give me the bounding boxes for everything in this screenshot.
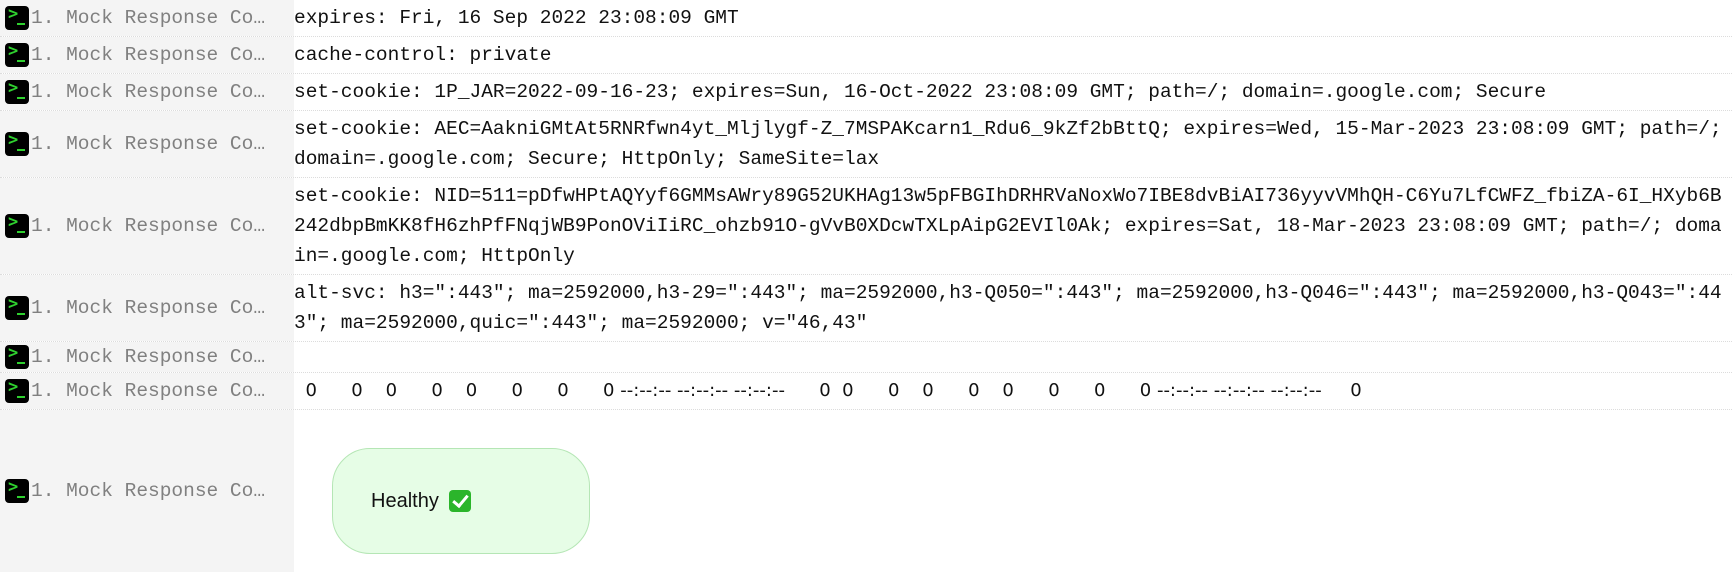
log-row: 1. Mock Response Co… 0 0 0 0 0 0 0 0 --:… bbox=[0, 373, 1732, 410]
terminal-icon bbox=[5, 294, 29, 320]
terminal-icon bbox=[5, 4, 29, 30]
log-row: 1. Mock Response Co… set-cookie: AEC=Aak… bbox=[0, 111, 1732, 178]
log-source-label: 1. Mock Response Co… bbox=[31, 480, 266, 502]
terminal-icon bbox=[5, 41, 29, 67]
log-source-label: 1. Mock Response Co… bbox=[31, 133, 266, 155]
log-row: 1. Mock Response Co… expires: Fri, 16 Se… bbox=[0, 0, 1732, 37]
log-source-label: 1. Mock Response Co… bbox=[31, 215, 266, 237]
log-row: 1. Mock Response Co… bbox=[0, 342, 1732, 373]
log-source: 1. Mock Response Co… bbox=[0, 410, 294, 572]
log-row: 1. Mock Response Co… cache-control: priv… bbox=[0, 37, 1732, 74]
log-message: alt-svc: h3=":443"; ma=2592000,h3-29=":4… bbox=[294, 282, 1722, 334]
log-row: 1. Mock Response Co… set-cookie: 1P_JAR=… bbox=[0, 74, 1732, 111]
log-row: 1. Mock Response Co… alt-svc: h3=":443";… bbox=[0, 275, 1732, 342]
log-source-label: 1. Mock Response Co… bbox=[31, 81, 266, 103]
status-badge-label: Healthy bbox=[371, 489, 439, 512]
log-source: 1. Mock Response Co… bbox=[0, 342, 294, 372]
log-source: 1. Mock Response Co… bbox=[0, 373, 294, 409]
log-message: cache-control: private bbox=[294, 44, 552, 66]
log-source: 1. Mock Response Co… bbox=[0, 111, 294, 177]
terminal-icon bbox=[5, 130, 29, 156]
log-message: set-cookie: AEC=AakniGMtAt5RNRfwn4yt_Mlj… bbox=[294, 118, 1722, 170]
log-source-label: 1. Mock Response Co… bbox=[31, 44, 266, 66]
log-row: 1. Mock Response Co… Healthy bbox=[0, 410, 1732, 572]
log-source: 1. Mock Response Co… bbox=[0, 37, 294, 73]
log-source: 1. Mock Response Co… bbox=[0, 0, 294, 36]
terminal-icon bbox=[5, 212, 29, 238]
terminal-icon bbox=[5, 477, 29, 503]
terminal-icon bbox=[5, 343, 29, 369]
log-message: set-cookie: NID=511=pDfwHPtAQYyf6GMMsAWr… bbox=[294, 185, 1722, 267]
log-source: 1. Mock Response Co… bbox=[0, 178, 294, 274]
log-source: 1. Mock Response Co… bbox=[0, 74, 294, 110]
terminal-icon bbox=[5, 78, 29, 104]
terminal-icon bbox=[5, 377, 29, 403]
log-row: 1. Mock Response Co… set-cookie: NID=511… bbox=[0, 178, 1732, 275]
log-message-empty bbox=[294, 342, 1732, 372]
check-mark-button-icon bbox=[448, 490, 471, 512]
log-source: 1. Mock Response Co… bbox=[0, 275, 294, 341]
log-source-label: 1. Mock Response Co… bbox=[31, 7, 266, 29]
log-source-label: 1. Mock Response Co… bbox=[31, 297, 266, 319]
log-source-label: 1. Mock Response Co… bbox=[31, 346, 266, 368]
status-badge-container: Healthy bbox=[294, 410, 1732, 572]
curl-progress-message: 0 0 0 0 0 0 0 0 --:--:-- --:--:-- --:--:… bbox=[294, 380, 1362, 401]
log-message: expires: Fri, 16 Sep 2022 23:08:09 GMT bbox=[294, 7, 739, 29]
log-source-label: 1. Mock Response Co… bbox=[31, 380, 266, 402]
log-output: 1. Mock Response Co… expires: Fri, 16 Se… bbox=[0, 0, 1732, 572]
log-message: set-cookie: 1P_JAR=2022-09-16-23; expire… bbox=[294, 81, 1547, 103]
status-badge: Healthy bbox=[332, 448, 590, 554]
